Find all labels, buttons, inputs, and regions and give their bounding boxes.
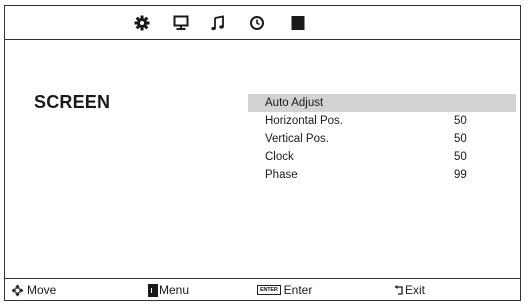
tab-time[interactable] xyxy=(245,11,269,35)
screen-settings-list: Auto Adjust Horizontal Pos. 50 Vertical Pos… xyxy=(248,94,516,184)
tab-audio[interactable] xyxy=(206,11,230,35)
clock-icon xyxy=(250,16,264,30)
menu-item-horizontal-pos[interactable]: Horizontal Pos. 50 xyxy=(248,112,516,130)
menu-item-clock[interactable]: Clock 50 xyxy=(248,148,516,166)
gear-icon xyxy=(134,15,150,31)
menu-item-label: Clock xyxy=(265,151,294,163)
footer-enter-label: Enter xyxy=(283,283,313,297)
footer-exit-hint: Exit xyxy=(394,282,425,298)
monitor-icon xyxy=(173,15,189,30)
lock-icon xyxy=(291,16,305,30)
tab-lock[interactable] xyxy=(286,11,310,35)
tab-screen[interactable] xyxy=(169,11,193,35)
enter-key-icon: ENTER xyxy=(257,285,281,295)
dpad-icon xyxy=(11,284,24,297)
menu-item-label: Horizontal Pos. xyxy=(265,115,343,127)
return-arrow-icon xyxy=(394,284,404,296)
tab-settings[interactable] xyxy=(130,11,154,35)
music-note-icon xyxy=(211,15,224,31)
menu-item-label: Vertical Pos. xyxy=(265,133,329,145)
footer-move-label: Move xyxy=(27,283,57,297)
menu-item-auto-adjust[interactable]: Auto Adjust xyxy=(248,94,516,112)
footer-menu-hint: Menu xyxy=(148,282,189,298)
page-title: SCREEN xyxy=(34,92,111,112)
menu-item-phase[interactable]: Phase 99 xyxy=(248,166,516,184)
menu-tab-bar xyxy=(5,6,520,40)
menu-item-value: 99 xyxy=(454,169,467,181)
menu-item-vertical-pos[interactable]: Vertical Pos. 50 xyxy=(248,130,516,148)
footer-menu-label: Menu xyxy=(159,283,190,297)
footer-move-hint: Move xyxy=(11,282,56,298)
menu-item-label: Auto Adjust xyxy=(265,97,324,109)
footer-enter-hint: ENTER Enter xyxy=(257,282,312,298)
menu-item-value: 50 xyxy=(454,133,467,145)
osd-menu-window: SCREEN Auto Adjust Horizontal Pos. 50 Verti… xyxy=(4,5,521,301)
menu-key-icon xyxy=(148,283,158,297)
menu-item-value: 50 xyxy=(454,115,467,127)
menu-item-value: 50 xyxy=(454,151,467,163)
menu-item-label: Phase xyxy=(265,169,298,181)
footer-exit-label: Exit xyxy=(405,283,426,297)
footer-hint-bar: Move Menu ENTER Enter Exit xyxy=(5,278,520,300)
